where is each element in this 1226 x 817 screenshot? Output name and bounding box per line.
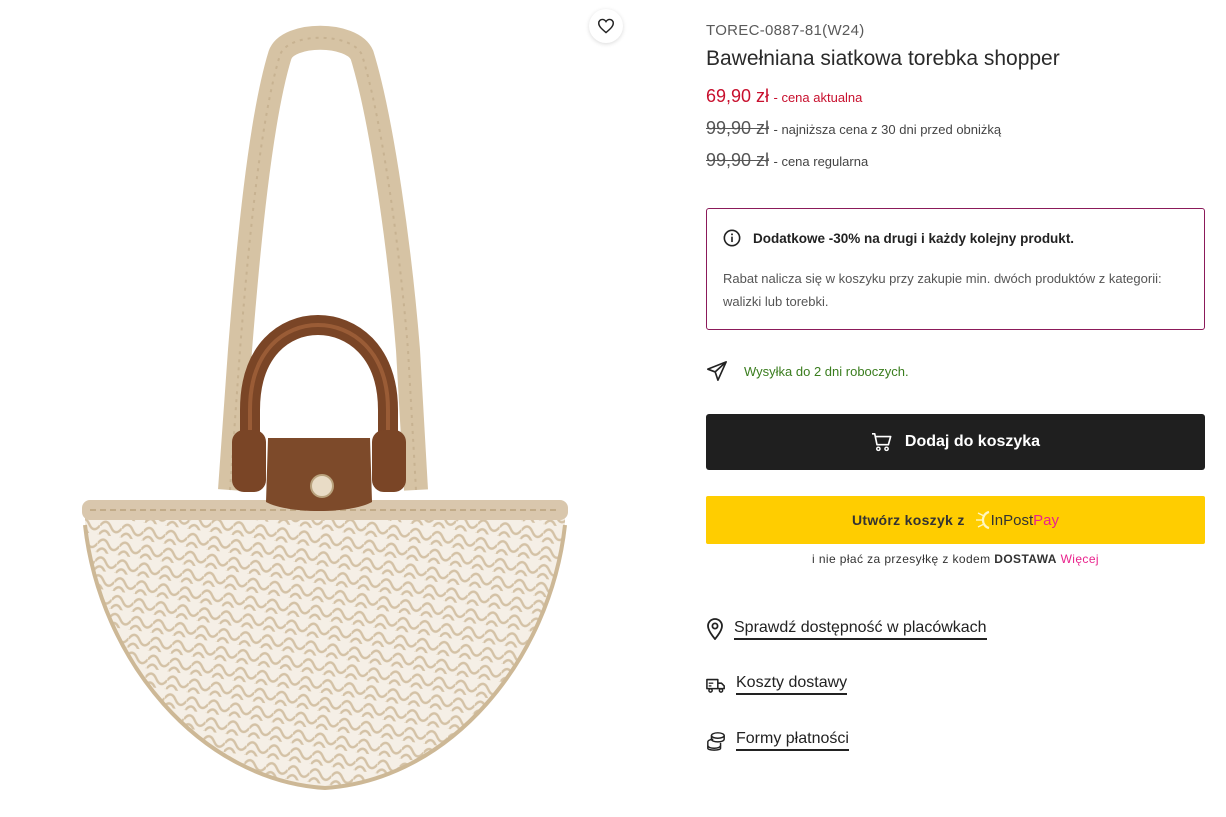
inpost-note-text: i nie płać za przesyłkę z kodem [812,552,991,566]
price-current-desc: - cena aktualna [773,90,863,105]
cart-icon [871,433,892,452]
map-pin-icon [707,618,723,640]
payment-methods-label: Formy płatności [736,730,849,751]
promo-box: Dodatkowe -30% na drugi i każdy kolejny … [706,208,1205,330]
price-regular: 99,90 zł - cena regularna [706,150,868,171]
add-to-cart-button[interactable]: Dodaj do koszyka [706,414,1205,470]
truck-icon [706,678,725,693]
inpost-logo: InPost Pay [975,510,1059,530]
check-availability-label: Sprawdź dostępność w placówkach [734,619,987,640]
paper-plane-icon [707,361,727,381]
inpost-logo-pay: Pay [1033,511,1060,529]
inpost-code: DOSTAWA [994,552,1057,566]
heart-icon [597,18,615,34]
info-icon [723,229,741,247]
price-lowest-amount: 99,90 zł [706,118,770,138]
price-current-amount: 69,90 zł [706,86,770,106]
payment-methods-link[interactable]: Formy płatności [706,730,849,751]
delivery-costs-label: Koszty dostawy [736,674,848,695]
shipping-info: Wysyłka do 2 dni roboczych. [706,360,909,382]
promo-header: Dodatkowe -30% na drugi i każdy kolejny … [723,229,1188,247]
add-to-cart-label: Dodaj do koszyka [904,433,1041,450]
price-lowest-desc: - najniższa cena z 30 dni przed obniżką [773,122,1002,137]
promo-title: Dodatkowe -30% na drugi i każdy kolejny … [753,230,1075,246]
product-sku: TOREC-0887-81(W24) [706,22,865,39]
inpost-note: i nie płać za przesyłkę z kodem DOSTAWA … [706,552,1205,566]
inpost-logo-text: InPost [990,511,1034,529]
price-lowest: 99,90 zł - najniższa cena z 30 dni przed… [706,118,1001,139]
product-gallery [0,0,640,817]
price-regular-amount: 99,90 zł [706,150,770,170]
check-availability-link[interactable]: Sprawdź dostępność w placówkach [706,618,987,640]
inpost-label: Utwórz koszyk z [851,512,965,528]
product-title: Bawełniana siatkowa torebka shopper [706,47,1060,70]
delivery-costs-link[interactable]: Koszty dostawy [706,674,848,695]
inpost-more-link[interactable]: Więcej [1061,552,1099,566]
promo-text: Rabat nalicza się w koszyku przy zakupie… [723,271,1162,309]
price-regular-desc: - cena regularna [773,154,869,169]
product-image[interactable] [60,20,590,810]
sun-icon [975,510,990,530]
inpost-pay-button[interactable]: Utwórz koszyk z InPost Pay [706,496,1205,544]
coins-icon [707,731,725,751]
price-current: 69,90 zł - cena aktualna [706,86,862,107]
favorite-button[interactable] [589,9,623,43]
shipping-text: Wysyłka do 2 dni roboczych. [744,363,909,379]
